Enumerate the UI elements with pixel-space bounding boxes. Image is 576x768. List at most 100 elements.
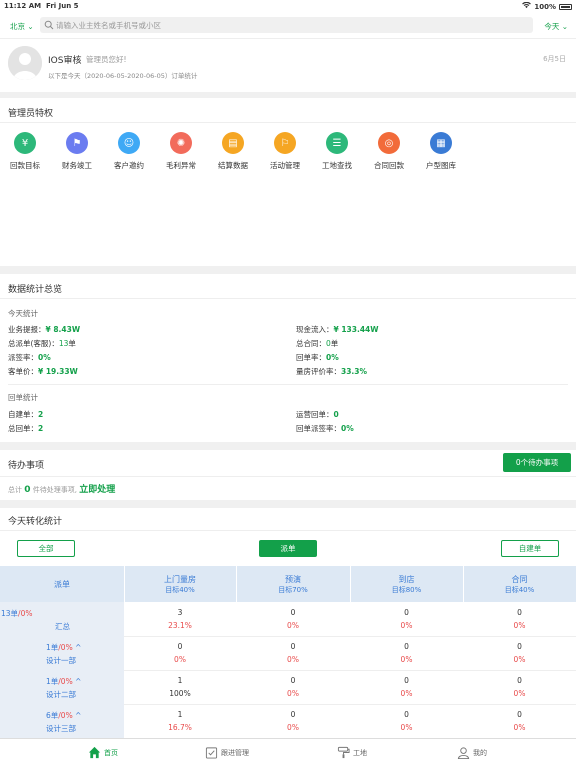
tab-all[interactable]: 全部 bbox=[17, 540, 75, 557]
privilege-2[interactable]: ⚑ 财务竣工 bbox=[55, 132, 99, 171]
col-target: 目标70% bbox=[278, 586, 308, 594]
overview-panel: 数据统计总览 今天统计 回单统计 bbox=[0, 274, 576, 442]
privilege-3[interactable]: ☺ 客户邀约 bbox=[107, 132, 151, 171]
table-cell: 0 0% bbox=[463, 608, 576, 630]
stat-row: 客单价：¥ 19.33W bbox=[8, 366, 78, 377]
search-placeholder: 请输入业主姓名或手机号或小区 bbox=[56, 21, 161, 30]
cell-rate: 0% bbox=[287, 655, 299, 664]
chevron-up-icon: ^ bbox=[72, 711, 82, 720]
stat-row: 派签率：0% bbox=[8, 352, 51, 363]
table-cell: 1 16.7% bbox=[124, 710, 236, 732]
privilege-8[interactable]: ◎ 合同回款 bbox=[367, 132, 411, 171]
range-selector[interactable]: 今天 ⌄ bbox=[544, 21, 568, 32]
row-name: 设计一部 bbox=[46, 656, 76, 665]
stat-value: 2 bbox=[38, 410, 44, 419]
user-date: 6月5日 bbox=[543, 55, 566, 63]
stat-label: 总派单(客服)： bbox=[8, 339, 59, 348]
table-row-head[interactable]: 13单/0% 汇总 bbox=[0, 602, 124, 636]
cell-count: 3 bbox=[177, 608, 183, 617]
status-bar: 11:12 AM Fri Jun 5 100% bbox=[0, 0, 576, 12]
stat-row: 总合同：0单 bbox=[296, 338, 338, 349]
todo-panel: 待办事项 0个待办事项 总计 0 件待处理事项, 立即处理 bbox=[0, 450, 576, 500]
col-name: 预演 bbox=[285, 575, 301, 584]
profile-icon bbox=[457, 747, 470, 759]
tab-bar: 首页 跟进管理 工地 我的 bbox=[0, 738, 576, 768]
stat-suffix: 单 bbox=[330, 339, 339, 348]
todo-action-link[interactable]: 立即处理 bbox=[79, 485, 115, 495]
nav-home[interactable]: 首页 bbox=[88, 746, 118, 759]
stat-value: 0% bbox=[38, 353, 51, 362]
table-col-header: 到店 目标80% bbox=[350, 574, 463, 595]
cell-rate: 0% bbox=[400, 723, 413, 732]
tab-dispatch[interactable]: 派单 bbox=[259, 540, 317, 557]
stat-value: 2 bbox=[38, 424, 44, 433]
cell-count: 0 bbox=[290, 608, 296, 617]
return-stats-label: 回单统计 bbox=[8, 393, 38, 402]
table-cell: 0 0% bbox=[236, 642, 350, 664]
list-icon: ☰ bbox=[326, 132, 348, 154]
stat-label: 自建单： bbox=[8, 410, 38, 419]
avatar[interactable] bbox=[8, 46, 42, 80]
privilege-9[interactable]: ▦ 户型图库 bbox=[419, 132, 463, 171]
user-card: IOS审核 管理员您好! 以下是今天（2020-06-05-2020-06-05… bbox=[0, 38, 576, 92]
cell-rate: 0% bbox=[400, 689, 413, 698]
conversion-title: 今天转化统计 bbox=[8, 517, 63, 527]
cell-rate: 0% bbox=[513, 655, 526, 664]
privilege-1[interactable]: ¥ 回款目标 bbox=[3, 132, 47, 171]
city-selector[interactable]: 北京 ⌄ bbox=[10, 21, 34, 32]
col-target: 目标40% bbox=[504, 586, 535, 594]
col-name: 合同 bbox=[511, 575, 528, 584]
stat-row: 自建单：2 bbox=[8, 409, 43, 420]
doc-icon: ▤ bbox=[222, 132, 244, 154]
col-target: 目标40% bbox=[165, 586, 195, 594]
privilege-7[interactable]: ☰ 工地查找 bbox=[315, 132, 359, 171]
cell-rate: 16.7% bbox=[168, 723, 192, 732]
table-cell: 0 0% bbox=[350, 710, 463, 732]
nav-follow[interactable]: 跟进管理 bbox=[205, 746, 249, 759]
app-root: 11:12 AM Fri Jun 5 100% 北京 ⌄ 请输入业主姓名或手机号… bbox=[0, 0, 576, 768]
chevron-up-icon: ^ bbox=[72, 643, 82, 652]
table-cell: 0 0% bbox=[463, 676, 576, 698]
stat-label: 回单派签率： bbox=[296, 424, 341, 433]
stat-value: 0% bbox=[326, 353, 339, 362]
tab-self-built[interactable]: 自建单 bbox=[501, 540, 559, 557]
table-row-head[interactable]: 1单/0% ^ 设计一部 bbox=[0, 636, 124, 670]
row-name: 汇总 bbox=[55, 622, 70, 631]
privilege-label: 毛利异常 bbox=[166, 161, 196, 170]
privilege-4[interactable]: ✺ 毛利异常 bbox=[159, 132, 203, 171]
privilege-6[interactable]: ⚐ 活动管理 bbox=[263, 132, 307, 171]
privilege-label: 财务竣工 bbox=[62, 161, 92, 170]
battery-icon bbox=[559, 3, 572, 10]
row-rate: /0% bbox=[18, 609, 33, 618]
cell-rate: 0% bbox=[513, 689, 526, 698]
user-greeting: 管理员您好! bbox=[86, 55, 127, 64]
nav-site[interactable]: 工地 bbox=[337, 746, 367, 759]
stat-row: 回单率：0% bbox=[296, 352, 339, 363]
chevron-down-icon: ⌄ bbox=[25, 22, 34, 31]
cell-count: 1 bbox=[177, 710, 183, 719]
table-cell: 0 0% bbox=[236, 676, 350, 698]
cell-rate: 23.1% bbox=[168, 621, 192, 630]
nav-me[interactable]: 我的 bbox=[457, 746, 487, 759]
cell-rate: 0% bbox=[287, 621, 299, 630]
cell-rate: 0% bbox=[513, 621, 526, 630]
nav-site-label: 工地 bbox=[353, 748, 367, 757]
table-row-head[interactable]: 1单/0% ^ 设计二部 bbox=[0, 670, 124, 704]
cell-rate: 0% bbox=[287, 723, 299, 732]
range-label: 今天 bbox=[544, 22, 560, 31]
todo-button[interactable]: 0个待办事项 bbox=[503, 453, 571, 472]
cell-rate: 0% bbox=[400, 621, 413, 630]
row-stat: 1单/0% ^ bbox=[46, 642, 81, 653]
table-row-head[interactable]: 6单/0% ^ 设计三部 bbox=[0, 704, 124, 738]
stat-value: 0% bbox=[341, 424, 354, 433]
stat-value: ¥ 133.44W bbox=[333, 325, 379, 334]
status-date: Fri Jun 5 bbox=[45, 2, 79, 10]
todo-summary: 总计 0 件待处理事项, 立即处理 bbox=[8, 482, 115, 495]
table-cell: 0 0% bbox=[463, 710, 576, 732]
privilege-5[interactable]: ▤ 结算数据 bbox=[211, 132, 255, 171]
table-cell: 3 23.1% bbox=[124, 608, 236, 630]
privilege-label: 工地查找 bbox=[322, 161, 352, 170]
stat-row: 总派单(客服)：13单 bbox=[8, 338, 76, 349]
home-icon bbox=[88, 746, 101, 759]
search-input[interactable]: 请输入业主姓名或手机号或小区 bbox=[40, 17, 533, 33]
